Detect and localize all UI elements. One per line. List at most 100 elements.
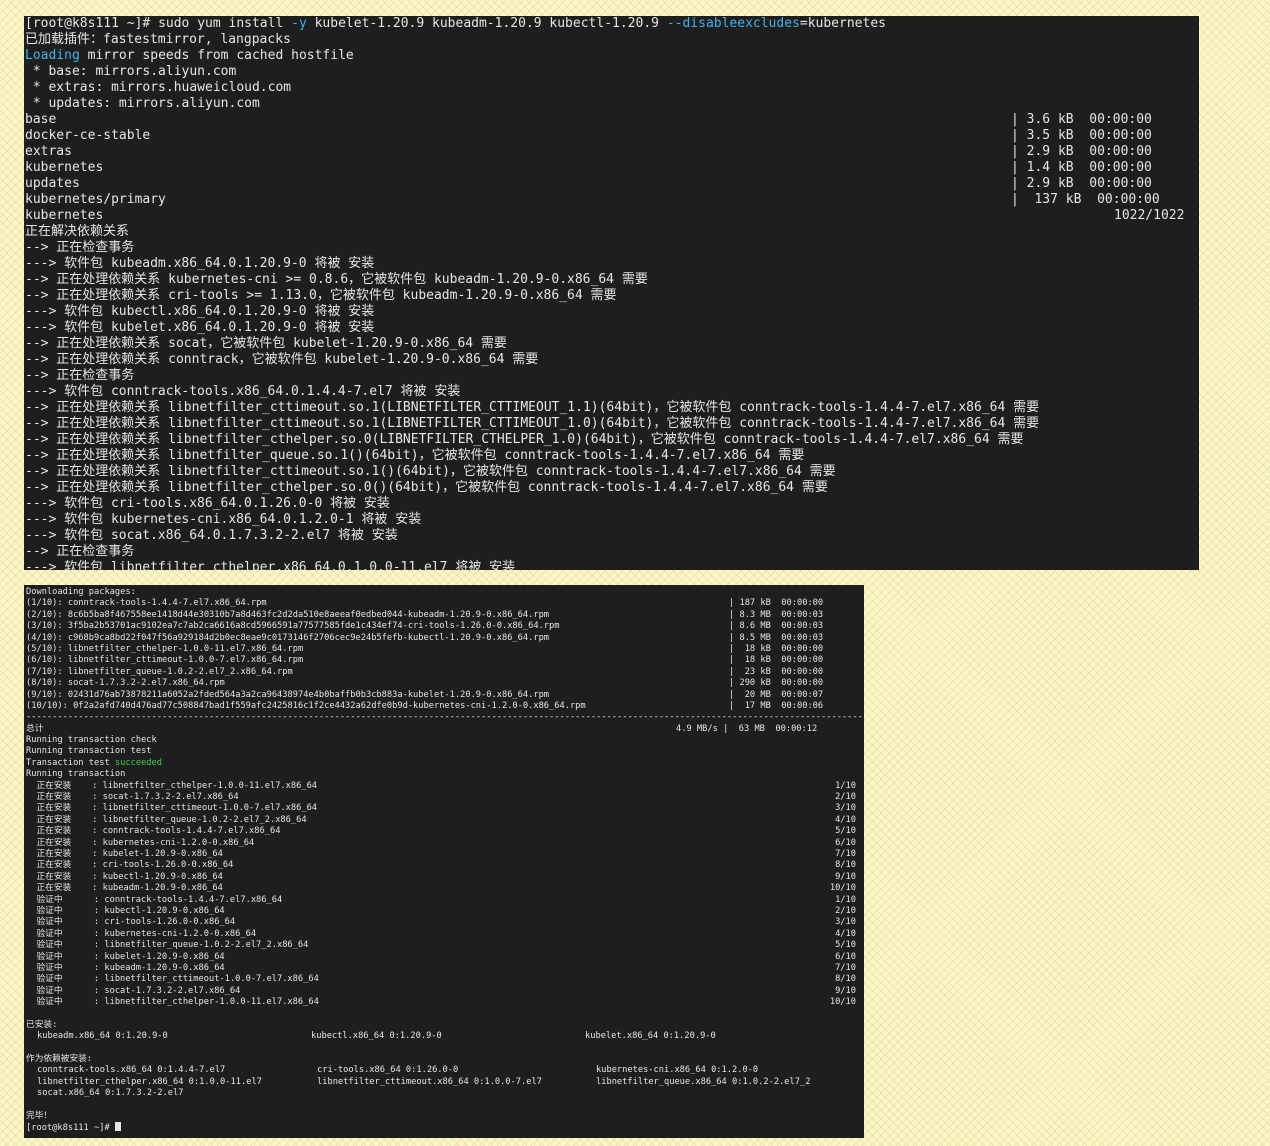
resolve-line: ---> 软件包 kubelet.x86_64.0.1.20.9-0 将被 安装 [25,320,375,335]
shell-prompt: [root@k8s111 ~]# [26,1123,115,1134]
step-text: 正在安装 : libnetfilter_queue-1.0.2-2.el7_2.… [26,814,307,825]
step-text: 正在安装 : conntrack-tools-1.4.4-7.el7.x86_6… [26,826,281,837]
shell-prompt: [root@k8s111 ~]# [25,16,159,31]
output-line: Running transaction [26,769,126,780]
transaction-step: 正在安装 : libnetfilter_cttimeout-1.0.0-7.el… [26,803,864,814]
repo-line: base | 3.6 kB 00:00:00 [25,112,1199,128]
step-count: 10/10 [829,883,856,894]
separator-line: ----------------------------------------… [26,712,864,723]
transaction-step: 正在安装 : libnetfilter_cthelper-1.0.0-11.el… [26,781,864,792]
transaction-step: 验证中 : libnetfilter_queue-1.0.2-2.el7_2.x… [26,940,864,951]
installed-row: kubeadm.x86_64 0:1.20.9-0 kubectl.x86_64… [26,1031,864,1042]
resolve-line: --> 正在处理依赖关系 kubernetes-cni >= 0.8.6，它被软… [25,272,648,287]
total-stat: 4.9 MB/s | 63 MB 00:00:12 [676,723,818,734]
repo-stat: | 137 kB 00:00:00 [1011,192,1160,207]
step-text: 验证中 : kubernetes-cni-1.2.0-0.x86_64 [26,928,257,939]
step-text: 验证中 : libnetfilter_cttimeout-1.0.0-7.el7… [26,974,319,985]
terminal-window-yum-install[interactable]: Downloading packages: (1/10): conntrack-… [24,585,864,1138]
download-file: (10/10): 0f2a2afd740d476ad77c508847bad1f… [26,700,586,711]
step-count: 8/10 [835,860,856,871]
repo-name: kubernetes/primary [25,192,166,207]
resolve-line: --> 正在处理依赖关系 socat，它被软件包 kubelet-1.20.9-… [25,336,507,351]
command-flag: -y [291,16,307,31]
download-stat: | 17 MB 00:00:06 [729,700,824,711]
download-stat: | 20 MB 00:00:07 [729,689,824,700]
step-count: 7/10 [835,848,856,859]
deps-label: 作为依赖被安装: [26,1054,93,1065]
terminal-window-yum-resolve[interactable]: [root@k8s111 ~]# sudo yum install -y kub… [24,16,1199,570]
step-text: 验证中 : kubelet-1.20.9-0.x86_64 [26,951,225,962]
step-text: 验证中 : libnetfilter_queue-1.0.2-2.el7_2.x… [26,940,309,951]
step-text: 验证中 : socat-1.7.3.2-2.el7.x86_64 [26,985,241,996]
download-file: (3/10): 3f5ba2b53701ac9102ea7c7ab2ca6616… [26,621,560,632]
repo-name: kubernetes [25,208,104,223]
download-row: (1/10): conntrack-tools-1.4.4-7.el7.x86_… [26,598,864,609]
download-stat: | 8.5 MB 00:00:03 [729,632,824,643]
step-text: 正在安装 : libnetfilter_cttimeout-1.0.0-7.el… [26,803,318,814]
transaction-step: 正在安装 : conntrack-tools-1.4.4-7.el7.x86_6… [26,826,864,837]
resolve-line: --> 正在处理依赖关系 libnetfilter_queue.so.1()(6… [25,448,805,463]
mirror-line: * base: mirrors.aliyun.com [25,64,237,79]
output-text: mirror speeds from cached hostfile [79,48,354,63]
total-label: 总计 [26,723,44,734]
prompt-line[interactable]: [root@k8s111 ~]# [26,1122,864,1133]
repo-stat: | 3.5 kB 00:00:00 [1011,128,1152,143]
download-file: (8/10): socat-1.7.3.2-2.el7.x86_64.rpm [26,678,225,689]
step-text: 正在安装 : kubectl-1.20.9-0.x86_64 [26,871,223,882]
transaction-step: 验证中 : kubectl-1.20.9-0.x86_64 2/10 [26,906,864,917]
dependency-package: cri-tools.x86_64 0:1.26.0-0 [317,1065,459,1076]
resolve-line: ---> 软件包 conntrack-tools.x86_64.0.1.4.4-… [25,384,461,399]
download-row: (4/10): c968b9ca8bd22f047f56a929184d2b0e… [26,633,864,644]
total-line: 总计 4.9 MB/s | 63 MB 00:00:12 [26,724,864,735]
download-list: (1/10): conntrack-tools-1.4.4-7.el7.x86_… [26,598,864,712]
step-count: 8/10 [835,974,856,985]
step-count: 1/10 [835,780,856,791]
step-text: 验证中 : kubeadm-1.20.9-0.x86_64 [26,962,225,973]
resolve-line: --> 正在处理依赖关系 libnetfilter_cttimeout.so.1… [25,464,836,479]
step-count: 10/10 [829,997,856,1008]
resolve-line: ---> 软件包 cri-tools.x86_64.0.1.26.0-0 将被 … [25,496,390,511]
dependency-package: socat.x86_64 0:1.7.3.2-2.el7 [37,1088,184,1099]
repo-stat: | 3.6 kB 00:00:00 [1011,112,1152,127]
resolve-line: ---> 软件包 kubernetes-cni.x86_64.0.1.2.0-1… [25,512,422,527]
step-count: 6/10 [835,837,856,848]
deps-row: conntrack-tools.x86_64 0:1.4.4-7.el7 cri… [26,1065,864,1076]
repo-line: kubernetes | 1.4 kB 00:00:00 [25,160,1199,176]
step-text: 验证中 : kubectl-1.20.9-0.x86_64 [26,905,225,916]
command-text: =kubernetes [799,16,886,31]
command-text: sudo yum install [158,16,292,31]
command-line: [root@k8s111 ~]# sudo yum install -y kub… [25,16,1199,32]
step-count: 2/10 [835,792,856,803]
step-count: 5/10 [835,826,856,837]
step-text: 正在安装 : cri-tools-1.26.0-0.x86_64 [26,860,234,871]
repo-name: updates [25,176,80,191]
repo-line: updates | 2.9 kB 00:00:00 [25,176,1199,192]
step-text: 正在安装 : libnetfilter_cthelper-1.0.0-11.el… [26,780,318,791]
resolve-line: --> 正在检查事务 [25,368,135,383]
repo-progress: 1022/1022 [1114,208,1185,223]
repo-line: kubernetes/primary | 137 kB 00:00:00 [25,192,1199,208]
step-text: 正在安装 : kubeadm-1.20.9-0.x86_64 [26,883,223,894]
step-count: 9/10 [835,985,856,996]
resolve-line: --> 正在处理依赖关系 cri-tools >= 1.13.0，它被软件包 k… [25,288,617,303]
terminal-cursor [114,1122,121,1132]
output-line: Loading mirror speeds from cached hostfi… [25,48,1199,64]
resolve-line: --> 正在处理依赖关系 libnetfilter_cthelper.so.0(… [25,480,828,495]
transaction-step: 验证中 : libnetfilter_cttimeout-1.0.0-7.el7… [26,974,864,985]
step-text: 正在安装 : kubelet-1.20.9-0.x86_64 [26,848,223,859]
output-line: Downloading packages: [26,587,136,597]
download-row: (9/10): 02431d76ab73878211a6052a2fded564… [26,690,864,701]
transaction-step: 验证中 : kubernetes-cni-1.2.0-0.x86_64 4/10 [26,929,864,940]
resolve-line: --> 正在处理依赖关系 conntrack，它被软件包 kubelet-1.2… [25,352,539,367]
download-file: (2/10): 8c6b5ba8f467558ee1418d44e30310b7… [26,609,550,620]
download-file: (7/10): libnetfilter_queue-1.0.2-2.el7_2… [26,666,293,677]
step-text: 正在安装 : socat-1.7.3.2-2.el7.x86_64 [26,792,239,803]
output-line: Running transaction check [26,735,157,746]
transaction-step: 正在安装 : socat-1.7.3.2-2.el7.x86_64 2/10 [26,792,864,803]
repo-line: extras | 2.9 kB 00:00:00 [25,144,1199,160]
step-count: 5/10 [835,940,856,951]
repo-name: docker-ce-stable [25,128,151,143]
installed-package: kubeadm.x86_64 0:1.20.9-0 [37,1031,168,1042]
repo-stat: | 2.9 kB 00:00:00 [1011,176,1152,191]
step-count: 4/10 [835,814,856,825]
